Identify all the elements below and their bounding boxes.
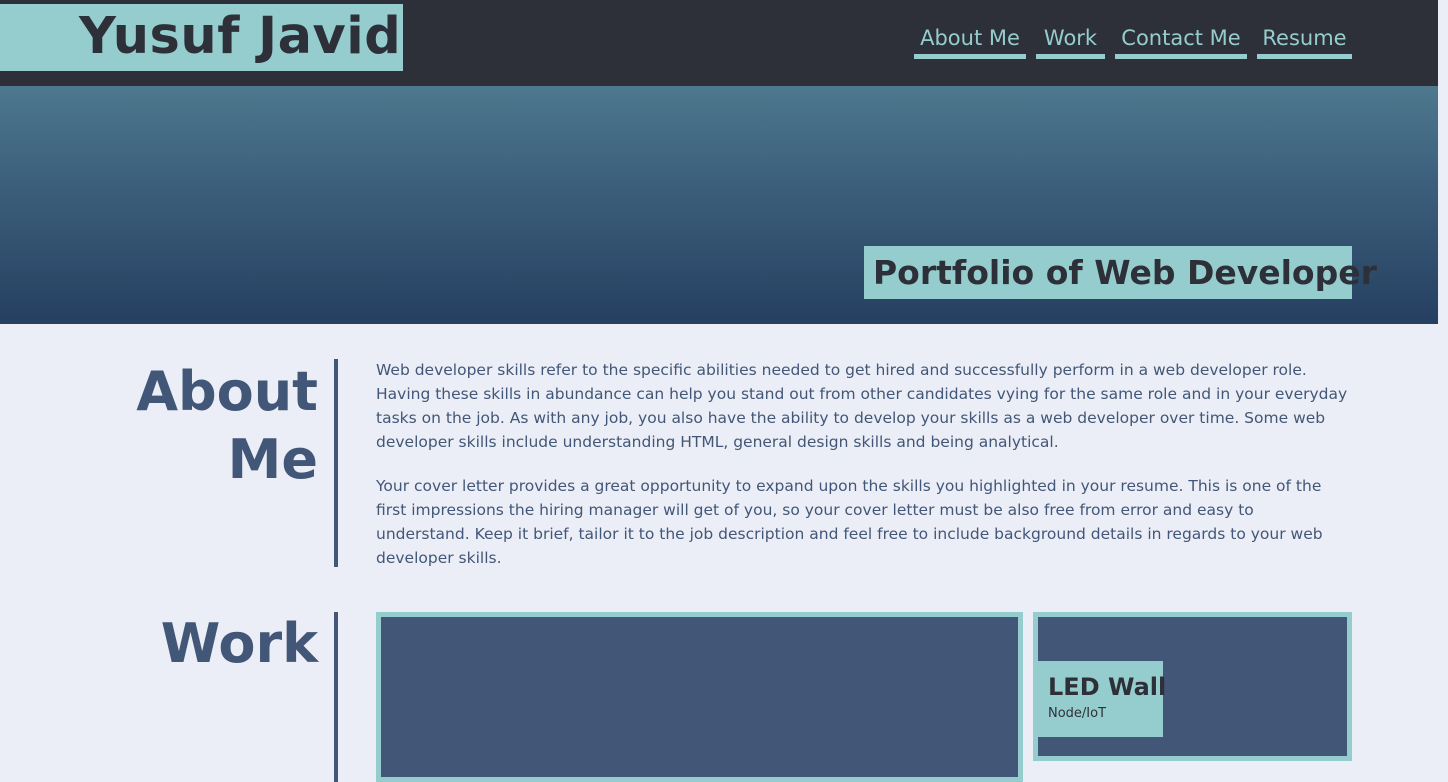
about-heading: About Me (136, 360, 318, 491)
work-divider (334, 612, 338, 782)
work-project-card-large[interactable] (376, 612, 1023, 782)
about-paragraph: Web developer skills refer to the specif… (376, 361, 1348, 451)
nav-link-resume[interactable]: Resume (1257, 22, 1352, 59)
nav-link-contact-me[interactable]: Contact Me (1115, 22, 1247, 59)
hero-title: Portfolio of Web Developer (864, 246, 1377, 299)
about-text: Web developer skills refer to the specif… (376, 358, 1352, 590)
work-project-label[interactable]: LED Wall Node/IoT (1038, 661, 1167, 737)
about-divider (334, 359, 338, 567)
page-scrollbar[interactable] (1438, 0, 1448, 770)
work-heading: Work (160, 612, 318, 675)
project-subtitle: Node/IoT (1048, 706, 1107, 721)
about-paragraph: Your cover letter provides a great oppor… (376, 477, 1323, 567)
site-header: Yusuf Javid About Me Work Contact Me Res… (0, 0, 1438, 86)
nav-link-work[interactable]: Work (1036, 22, 1105, 59)
nav-link-about-me[interactable]: About Me (914, 22, 1026, 59)
site-logo[interactable]: Yusuf Javid (0, 4, 403, 71)
project-title: LED Wall (1048, 673, 1167, 701)
